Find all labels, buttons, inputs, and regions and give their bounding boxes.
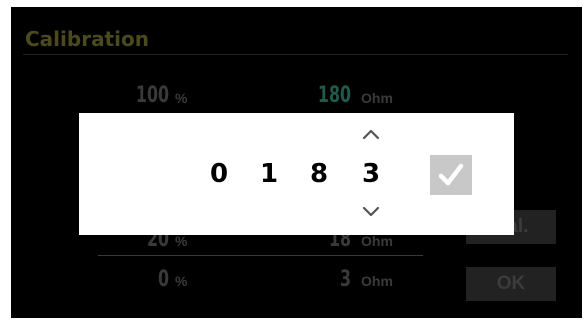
percent-value-row-2[interactable]: 0: [127, 267, 169, 292]
digit-1[interactable]: 0: [207, 157, 231, 191]
row-divider: [98, 255, 423, 256]
title-divider: [23, 54, 568, 55]
chevron-down-icon[interactable]: [359, 205, 383, 219]
percent-value-row-0[interactable]: 100: [127, 83, 169, 108]
confirm-button[interactable]: [430, 155, 472, 195]
ohm-unit-row-2: Ohm: [361, 273, 393, 289]
ohm-value-row-0[interactable]: 180: [309, 83, 351, 108]
percent-unit-row-0: %: [175, 90, 188, 106]
ohm-unit-row-1: Ohm: [361, 233, 393, 249]
checkmark-icon: [438, 163, 464, 186]
ohm-unit-row-0: Ohm: [361, 90, 393, 106]
chevron-up-icon[interactable]: [359, 127, 383, 141]
ohm-value-row-2[interactable]: 3: [309, 267, 351, 292]
digit-3[interactable]: 8: [307, 157, 331, 191]
digit-4-selected[interactable]: 3: [359, 157, 383, 191]
percent-unit-row-1: %: [175, 233, 188, 249]
percent-unit-row-2: %: [175, 273, 188, 289]
ok-button[interactable]: OK: [466, 267, 556, 301]
digit-entry-dialog: 0 1 8 3: [79, 113, 514, 235]
digit-2[interactable]: 1: [257, 157, 281, 191]
page-title: Calibration: [25, 27, 149, 51]
